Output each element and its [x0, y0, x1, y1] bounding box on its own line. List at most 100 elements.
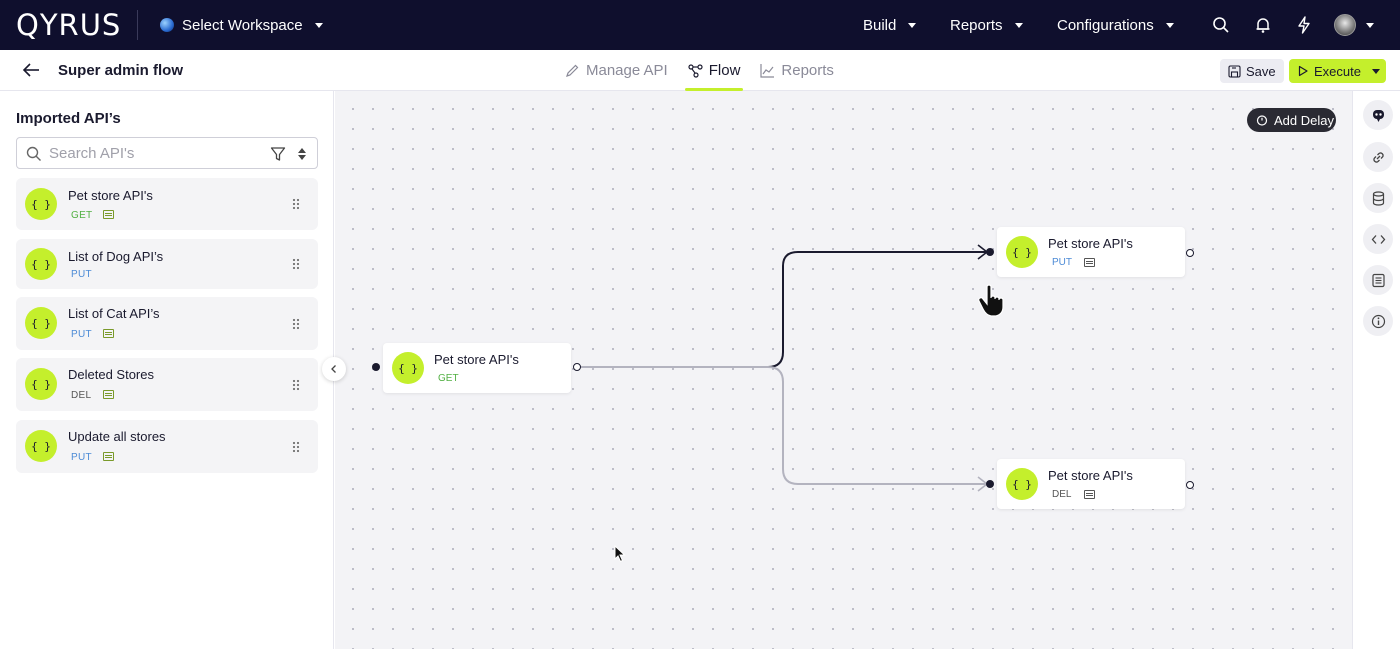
method-badge: GET	[71, 210, 93, 221]
menu-configurations-label: Configurations	[1057, 16, 1154, 34]
filter-icon[interactable]	[270, 146, 286, 162]
document-icon	[103, 390, 114, 399]
api-braces-icon: { }	[1006, 236, 1038, 268]
node-output-handle[interactable]	[573, 363, 581, 371]
chart-icon	[760, 64, 775, 78]
save-icon	[1228, 64, 1241, 78]
method-badge: PUT	[71, 452, 92, 463]
page-title: Super admin flow	[58, 62, 184, 79]
search-input[interactable]	[49, 143, 259, 163]
node-name: Pet store API's	[1048, 468, 1133, 483]
api-braces-icon: { }	[25, 307, 57, 339]
save-button[interactable]: Save	[1220, 59, 1284, 83]
panel-title: Imported API’s	[16, 110, 121, 127]
info-button[interactable]	[1363, 306, 1393, 336]
method-badge: PUT	[1052, 257, 1072, 268]
back-arrow-icon[interactable]	[22, 62, 40, 78]
top-navigation-bar: QYRUS Select Workspace Build Reports Con…	[0, 0, 1400, 50]
chevron-down-icon[interactable]	[1371, 68, 1380, 74]
drag-handle-icon[interactable]	[292, 441, 300, 453]
bell-icon[interactable]	[1254, 16, 1272, 34]
list-icon	[1371, 273, 1385, 287]
logo-text: QYRUS	[16, 8, 122, 42]
menu-reports[interactable]: Reports	[950, 0, 1023, 50]
flow-node[interactable]: { } Pet store API's DEL	[997, 459, 1185, 509]
play-icon	[1298, 65, 1308, 77]
link-button[interactable]	[1363, 142, 1393, 172]
node-output-handle[interactable]	[1186, 249, 1194, 257]
ai-assistant-button[interactable]	[1363, 100, 1393, 130]
drag-handle-icon[interactable]	[292, 379, 300, 391]
tab-reports[interactable]: Reports	[760, 50, 834, 91]
api-list-item[interactable]: { } List of Cat API’s PUT	[16, 297, 318, 350]
timer-icon	[1256, 115, 1268, 126]
search-icon	[26, 146, 41, 161]
menu-build-label: Build	[863, 16, 897, 34]
code-button[interactable]	[1363, 224, 1393, 254]
execute-button[interactable]: Execute	[1289, 59, 1386, 83]
logs-button[interactable]	[1363, 265, 1393, 295]
qyrus-logo[interactable]: QYRUS	[16, 8, 122, 42]
nav-divider	[137, 10, 138, 40]
chevron-down-icon	[908, 22, 917, 28]
menu-build[interactable]: Build	[863, 0, 917, 50]
chevron-left-icon	[331, 365, 336, 373]
method-badge: PUT	[71, 269, 92, 280]
api-braces-icon: { }	[25, 248, 57, 280]
database-icon	[1372, 190, 1384, 206]
tab-reports-label: Reports	[781, 62, 834, 79]
menu-reports-label: Reports	[950, 16, 1003, 34]
flow-node[interactable]: { } Pet store API's PUT	[997, 227, 1185, 277]
info-icon	[1371, 314, 1385, 328]
method-badge: PUT	[71, 329, 92, 340]
document-icon	[1084, 490, 1095, 499]
node-output-handle[interactable]	[1186, 481, 1194, 489]
avatar[interactable]	[1334, 14, 1356, 36]
globe-icon	[160, 18, 174, 32]
node-name: Pet store API's	[1048, 236, 1133, 251]
method-badge: DEL	[71, 390, 92, 401]
chevron-down-icon	[1165, 22, 1174, 28]
api-list-item[interactable]: { } List of Dog API’s PUT	[16, 239, 318, 289]
api-name: List of Cat API’s	[68, 306, 160, 321]
search-icon[interactable]	[1212, 16, 1230, 34]
drag-handle-icon[interactable]	[292, 258, 300, 270]
chevron-down-icon	[1014, 22, 1023, 28]
api-list-item[interactable]: { } Pet store API's GET	[16, 178, 318, 230]
method-badge: DEL	[1052, 489, 1072, 500]
sort-icon[interactable]	[297, 146, 307, 162]
add-delay-button[interactable]: Add Delay	[1247, 108, 1336, 132]
tab-manage-api-label: Manage API	[586, 62, 668, 79]
link-icon	[1372, 151, 1384, 163]
api-list-item[interactable]: { } Deleted Stores DEL	[16, 358, 318, 411]
tab-manage-api[interactable]: Manage API	[565, 50, 668, 91]
save-button-label: Save	[1246, 63, 1276, 79]
database-button[interactable]	[1363, 183, 1393, 213]
drag-handle-icon[interactable]	[292, 198, 300, 210]
api-name: Update all stores	[68, 429, 166, 444]
flow-node[interactable]: { } Pet store API's GET	[383, 343, 571, 393]
robot-icon	[1372, 109, 1384, 122]
node-input-handle[interactable]	[372, 363, 380, 371]
search-box	[16, 137, 318, 169]
flow-icon	[688, 64, 703, 78]
imported-apis-panel: Imported API’s { } Pet store API's GET {…	[0, 91, 334, 649]
api-braces-icon: { }	[25, 188, 57, 220]
workspace-selector[interactable]: Select Workspace	[160, 0, 323, 50]
tab-flow[interactable]: Flow	[684, 50, 744, 91]
api-braces-icon: { }	[25, 368, 57, 400]
tab-bar: Manage API Flow Reports	[565, 50, 834, 91]
api-braces-icon: { }	[25, 430, 57, 462]
right-toolbar	[1352, 91, 1400, 649]
drag-handle-icon[interactable]	[292, 318, 300, 330]
pencil-icon	[566, 64, 579, 77]
menu-configurations[interactable]: Configurations	[1057, 0, 1174, 50]
execute-button-label: Execute	[1314, 63, 1361, 79]
chevron-down-icon[interactable]	[1366, 23, 1374, 28]
node-input-handle[interactable]	[986, 248, 994, 256]
lightning-icon[interactable]	[1295, 16, 1313, 34]
collapse-panel-button[interactable]	[322, 357, 346, 381]
api-list-item[interactable]: { } Update all stores PUT	[16, 420, 318, 473]
node-input-handle[interactable]	[986, 480, 994, 488]
api-name: List of Dog API’s	[68, 249, 164, 264]
